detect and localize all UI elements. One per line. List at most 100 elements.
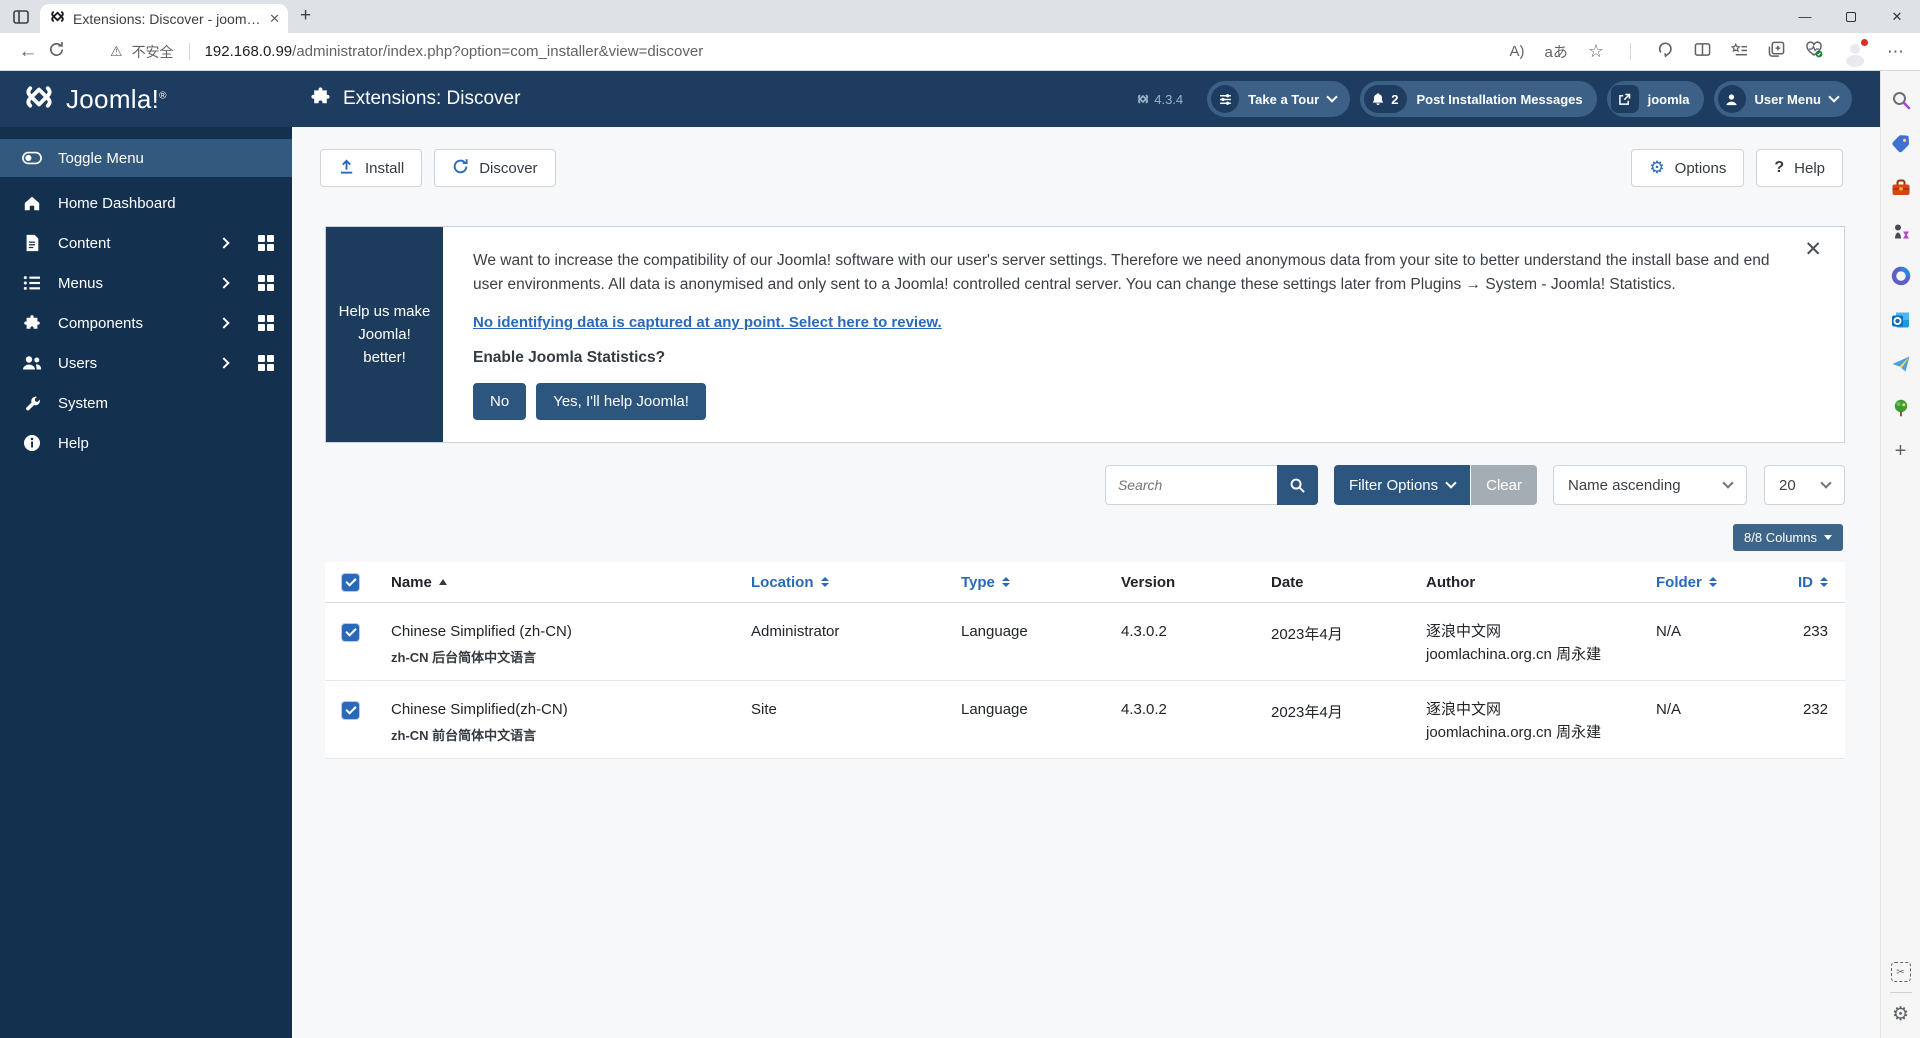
reload-icon[interactable]	[42, 41, 70, 63]
sidebar-item-label: Home Dashboard	[58, 195, 176, 212]
statistics-review-link[interactable]: No identifying data is captured at any p…	[473, 314, 942, 331]
filter-options-label: Filter Options	[1349, 477, 1438, 494]
window-minimize-button[interactable]: —	[1782, 0, 1828, 33]
refresh-icon	[452, 158, 469, 179]
extensions-puzzle-icon	[310, 86, 331, 113]
sidebar-item-system[interactable]: System	[0, 383, 292, 423]
author-contact: joomlachina.org.cn 周永建	[1426, 644, 1640, 667]
admin-sidebar: Toggle Menu Home Dashboard Content Menus…	[0, 127, 292, 1038]
settings-more-icon[interactable]: ⋯	[1887, 42, 1904, 62]
search-button[interactable]	[1277, 465, 1318, 505]
column-header-name[interactable]: Name	[375, 574, 735, 591]
sidebar-item-components[interactable]: Components	[0, 303, 292, 343]
search-input[interactable]	[1105, 465, 1277, 505]
sidebar-item-users[interactable]: Users	[0, 343, 292, 383]
copilot-icon[interactable]	[1889, 264, 1912, 287]
toolbox-icon[interactable]	[1889, 176, 1912, 199]
column-header-folder[interactable]: Folder	[1640, 574, 1775, 591]
user-icon	[1718, 85, 1746, 113]
back-icon[interactable]: ←	[14, 41, 42, 63]
take-a-tour-button[interactable]: Take a Tour	[1207, 81, 1350, 117]
author-name: 逐浪中文网	[1426, 699, 1640, 722]
sidebar-item-label: Users	[58, 355, 97, 372]
dashboard-grid-icon[interactable]	[258, 315, 274, 331]
checkbox-checked-icon	[342, 624, 359, 641]
preview-site-button[interactable]: joomla	[1607, 81, 1704, 117]
tab-actions-icon[interactable]	[12, 8, 30, 26]
cell-folder: N/A	[1640, 603, 1775, 680]
sidebar-item-content[interactable]: Content	[0, 223, 292, 263]
split-screen-icon[interactable]	[1694, 41, 1711, 63]
toolbar: Install Discover ⚙ Options ? Help	[320, 149, 1843, 187]
new-tab-button[interactable]: +	[300, 5, 311, 27]
sort-icon	[821, 577, 829, 587]
dashboard-grid-icon[interactable]	[258, 235, 274, 251]
column-header-id[interactable]: ID	[1775, 574, 1845, 591]
cell-date: 2023年4月	[1255, 681, 1410, 758]
discover-button[interactable]: Discover	[434, 149, 555, 187]
favorites-list-icon[interactable]	[1731, 41, 1748, 63]
page-size-select[interactable]: 20	[1764, 465, 1845, 505]
screenshot-icon[interactable]: ✂	[1891, 962, 1911, 982]
copilot-icon[interactable]	[1657, 41, 1674, 63]
chevron-down-icon	[1445, 477, 1456, 488]
user-menu-button[interactable]: User Menu	[1714, 81, 1852, 117]
read-aloud-icon[interactable]: A)	[1510, 43, 1525, 60]
profile-avatar[interactable]	[1843, 40, 1867, 64]
address-bar[interactable]: ⚠ 不安全 192.168.0.99/administrator/index.p…	[110, 42, 703, 62]
cell-type: Language	[945, 681, 1105, 758]
toggle-icon	[22, 148, 42, 168]
collections-icon[interactable]	[1768, 41, 1785, 63]
install-button[interactable]: Install	[320, 149, 422, 187]
header-actions: 4.3.4 Take a Tour 2 Post Installation Me…	[1137, 81, 1880, 117]
dashboard-grid-icon[interactable]	[258, 355, 274, 371]
sidebar-item-help[interactable]: Help	[0, 423, 292, 463]
column-header-type[interactable]: Type	[945, 574, 1105, 591]
dashboard-grid-icon[interactable]	[258, 275, 274, 291]
add-sidebar-item-icon[interactable]: +	[1889, 440, 1912, 463]
translate-icon[interactable]: aあ	[1545, 41, 1568, 62]
close-icon[interactable]: ✕	[1804, 237, 1822, 262]
sort-order-select[interactable]: Name ascending	[1553, 465, 1747, 505]
columns-label: 8/8 Columns	[1744, 530, 1817, 545]
row-checkbox[interactable]	[325, 681, 375, 758]
statistics-yes-button[interactable]: Yes, I'll help Joomla!	[536, 383, 706, 420]
favorite-star-icon[interactable]: ☆	[1588, 41, 1604, 62]
tab-close-icon[interactable]: ✕	[269, 11, 280, 27]
gear-icon: ⚙	[1649, 158, 1664, 178]
toggle-menu-label: Toggle Menu	[58, 150, 144, 167]
sidebar-item-label: Menus	[58, 275, 103, 292]
sidebar-item-menus[interactable]: Menus	[0, 263, 292, 303]
sidebar-search-icon[interactable]	[1889, 88, 1912, 111]
cell-version: 4.3.0.2	[1105, 603, 1255, 680]
take-a-tour-label: Take a Tour	[1248, 92, 1319, 107]
clear-button[interactable]: Clear	[1471, 465, 1537, 505]
plant-icon[interactable]	[1889, 396, 1912, 419]
joomla-logo-icon	[24, 82, 54, 117]
sidebar-item-home-dashboard[interactable]: Home Dashboard	[0, 183, 292, 223]
select-all-checkbox[interactable]	[325, 574, 375, 591]
window-close-button[interactable]: ✕	[1874, 0, 1920, 33]
columns-toggle-button[interactable]: 8/8 Columns	[1733, 524, 1843, 551]
row-checkbox[interactable]	[325, 603, 375, 680]
security-label[interactable]: 不安全	[132, 42, 174, 62]
post-installation-messages-button[interactable]: 2 Post Installation Messages	[1360, 81, 1596, 117]
sidebar-settings-icon[interactable]: ⚙	[1892, 1003, 1909, 1025]
url-text[interactable]: 192.168.0.99/administrator/index.php?opt…	[205, 43, 704, 60]
browser-tab[interactable]: Extensions: Discover - joomla - A ✕	[40, 4, 288, 33]
filter-options-button[interactable]: Filter Options	[1334, 465, 1470, 505]
options-button[interactable]: ⚙ Options	[1631, 149, 1744, 187]
window-maximize-button[interactable]	[1828, 0, 1874, 33]
browser-essentials-icon[interactable]	[1805, 40, 1823, 63]
statistics-no-button[interactable]: No	[473, 383, 526, 420]
shopping-icon[interactable]	[1889, 132, 1912, 155]
outlook-icon[interactable]	[1889, 308, 1912, 331]
sidebar-toggle-menu[interactable]: Toggle Menu	[0, 139, 292, 177]
column-header-location[interactable]: Location	[735, 574, 945, 591]
help-button[interactable]: ? Help	[1756, 149, 1843, 187]
browser-tab-bar: Extensions: Discover - joomla - A ✕ + — …	[0, 0, 1920, 33]
sidebar-item-label: Help	[58, 435, 89, 452]
games-icon[interactable]	[1889, 220, 1912, 243]
file-icon	[22, 233, 42, 253]
drop-send-icon[interactable]	[1889, 352, 1912, 375]
